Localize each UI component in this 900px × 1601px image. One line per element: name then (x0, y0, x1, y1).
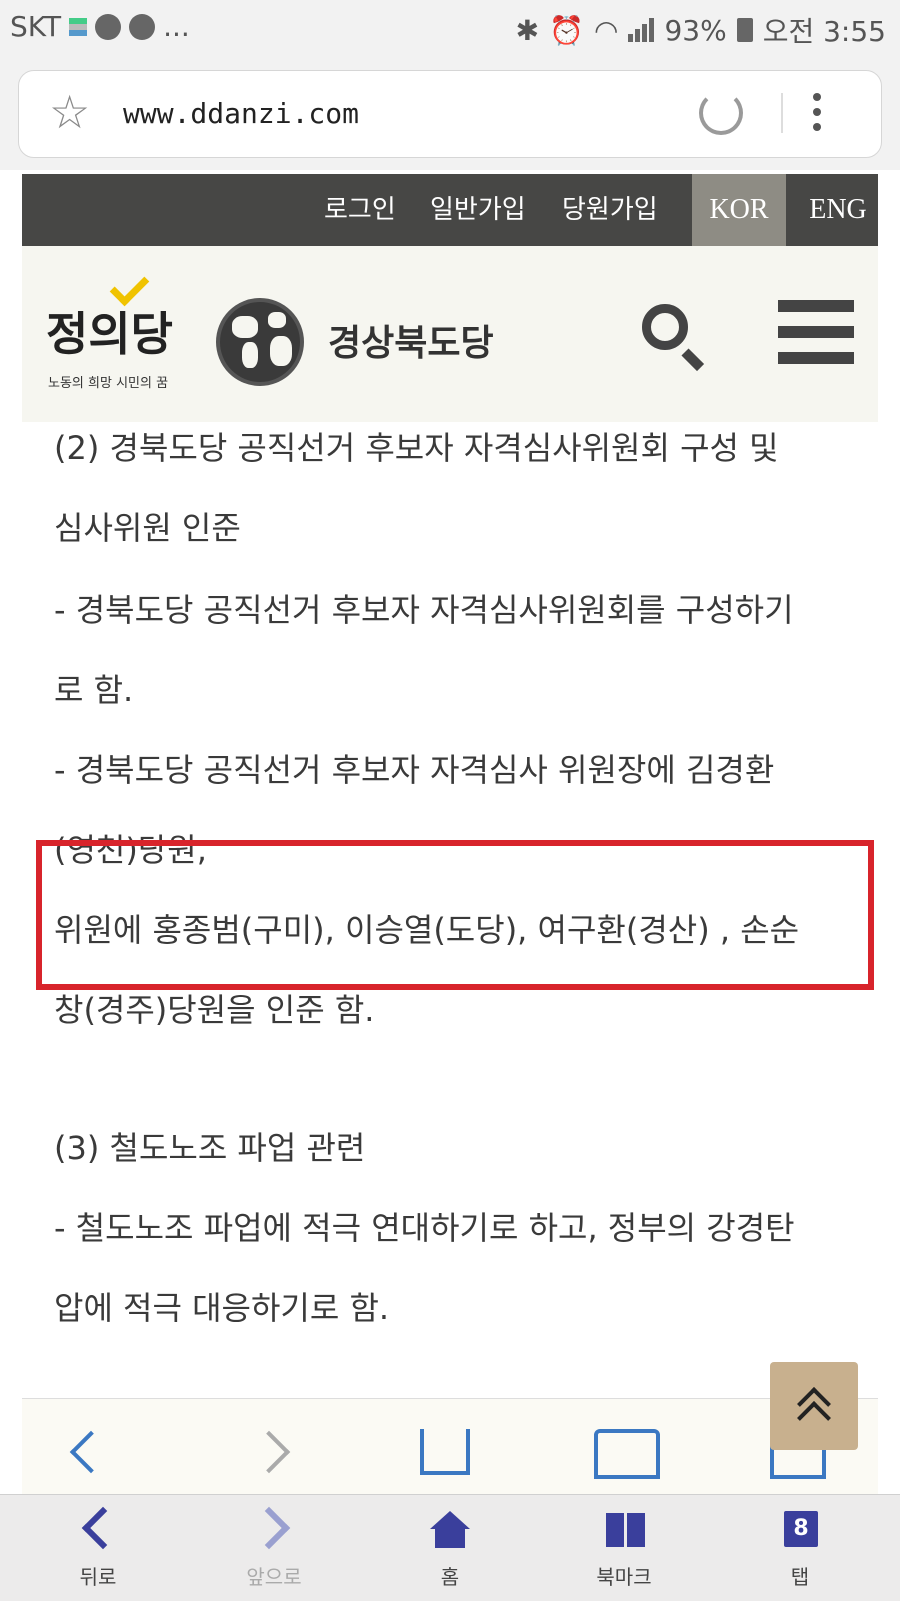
search-icon[interactable] (642, 304, 688, 350)
party-slogan: 노동의 희망 시민의 꿈 (48, 376, 169, 391)
general-signup-link[interactable]: 일반가입 (430, 188, 526, 232)
site-top-nav: 로그인 일반가입 당원가입 KOR ENG (22, 174, 878, 246)
bookmark-star-icon[interactable]: ☆ (49, 87, 90, 137)
article-line: 압에 적극 대응하기로 함. (54, 1289, 390, 1327)
bluetooth-icon: ✱ (515, 13, 540, 47)
page-forward-icon[interactable] (247, 1430, 291, 1474)
tabs-icon: 8 (784, 1511, 818, 1547)
globe-icon (216, 298, 304, 386)
home-icon (430, 1511, 470, 1551)
party-logo[interactable]: 정의당 (46, 298, 173, 364)
battery-icon (736, 18, 753, 42)
article-line: - 철도노조 파업에 적극 연대하기로 하고, 정부의 강경탄 (54, 1209, 795, 1247)
reload-icon[interactable] (699, 91, 743, 135)
hamburger-menu-icon[interactable] (778, 300, 854, 364)
scroll-to-top-button[interactable] (770, 1362, 858, 1450)
article-line: - 경북도당 공직선거 후보자 자격심사위원회를 구성하기 (54, 591, 794, 629)
nav-tabs-label: 탭 (790, 1565, 810, 1589)
open-book-icon[interactable] (594, 1429, 660, 1479)
page-toolbar (22, 1398, 878, 1497)
clock: 오전 3:55 (762, 15, 886, 48)
battery-percent: 93% (664, 13, 727, 47)
signal-icon (628, 18, 655, 42)
site-title[interactable]: 경상북도당 (328, 314, 494, 366)
member-signup-link[interactable]: 당원가입 (562, 188, 658, 232)
vpn-icon (95, 13, 122, 40)
overflow-menu-icon[interactable] (809, 93, 825, 131)
browser-bottom-nav: 뒤로 앞으로 홈 북마크 8 탭 (0, 1494, 900, 1601)
nav-back-label: 뒤로 (79, 1565, 117, 1589)
alarm-icon: ⏰ (549, 13, 585, 47)
toolbar-divider (781, 93, 783, 133)
article-line: (2) 경북도당 공직선거 후보자 자격심사위원회 구성 및 (54, 429, 779, 467)
wifi-icon: ◠ (594, 13, 619, 47)
article-line: (3) 철도노조 파업 관련 (54, 1129, 366, 1167)
carrier-label: SKT (10, 10, 62, 43)
nav-bookmark-label: 북마크 (596, 1565, 652, 1589)
login-link[interactable]: 로그인 (324, 188, 396, 232)
share-icon[interactable] (420, 1429, 470, 1475)
article-line: 로 함. (54, 671, 134, 709)
globe-notification-icon (129, 13, 156, 40)
app-notification-icon (69, 17, 88, 36)
lang-kor-button[interactable]: KOR (692, 174, 786, 246)
highlight-box (36, 840, 874, 990)
page-back-icon[interactable] (69, 1430, 113, 1474)
nav-forward-label: 앞으로 (246, 1565, 302, 1589)
url-text[interactable]: www.ddanzi.com (123, 97, 359, 130)
status-bar: SKT ... ✱ ⏰ ◠ 93% 오전 3:55 (0, 0, 900, 58)
article-line: 심사위원 인준 (54, 509, 241, 547)
browser-toolbar: ☆ www.ddanzi.com (0, 58, 900, 170)
article-line: - 경북도당 공직선거 후보자 자격심사 위원장에 김경환 (54, 751, 775, 789)
site-header: 정의당 노동의 희망 시민의 꿈 경상북도당 (22, 246, 878, 422)
back-chevron-icon (81, 1506, 125, 1550)
lang-eng-button[interactable]: ENG (798, 174, 878, 246)
nav-home-label: 홈 (440, 1565, 460, 1589)
forward-chevron-icon (247, 1506, 291, 1550)
bookmark-icon (606, 1513, 646, 1549)
article-line: 창(경주)당원을 인준 함. (54, 991, 375, 1029)
more-notifications: ... (163, 10, 190, 43)
address-bar[interactable]: ☆ www.ddanzi.com (18, 70, 882, 158)
